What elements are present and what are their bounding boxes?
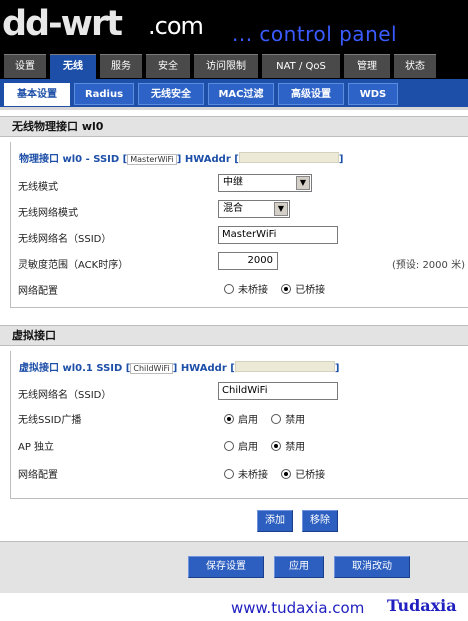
radio-ap-disable-label: 禁用 [285, 442, 306, 453]
radio-broadcast-enable-label: 启用 [238, 415, 258, 426]
virtual-network-config-radios: 未桥接 已桥接 [224, 466, 335, 481]
radio-broadcast-enable[interactable]: 启用 [224, 411, 258, 426]
legend-ssid: ChildWiFi [130, 363, 173, 374]
legend-end: ] [334, 363, 340, 374]
radio-virtual-unbridged-button[interactable] [224, 469, 234, 479]
network-mode-value: 混合 [223, 203, 243, 214]
legend-ssid: MasterWiFi [127, 154, 177, 165]
radio-bridged-button[interactable] [281, 284, 292, 294]
ddwrt-logo: dd-wrt [2, 4, 123, 44]
tab-access-restrictions[interactable]: 访问限制 [194, 54, 258, 78]
tab-wireless[interactable]: 无线 [50, 54, 96, 79]
tab-administration[interactable]: 管理 [344, 54, 390, 78]
subtab-basic-settings[interactable]: 基本设置 [4, 83, 70, 106]
radio-broadcast-disable-label: 禁用 [285, 415, 306, 426]
radio-unbridged-button[interactable] [224, 284, 234, 294]
subtab-wds[interactable]: WDS [348, 83, 398, 105]
sensitivity-hint: (预设: 2000 米) [392, 260, 465, 271]
legend-end: ] [338, 154, 344, 165]
subtab-mac-filter[interactable]: MAC过滤 [208, 83, 274, 105]
tab-setup[interactable]: 设置 [4, 54, 46, 78]
chevron-down-icon: ▼ [296, 176, 310, 190]
header-banner: dd-wrt .com ... control panel [0, 0, 468, 54]
tab-services[interactable]: 服务 [100, 54, 142, 78]
main-tabs: 设置 无线 服务 安全 访问限制 NAT / QoS 管理 状态 [0, 52, 468, 79]
watermark: www.tudaxia.com Tudaxia [0, 593, 468, 621]
wireless-mode-label: 无线模式 [18, 182, 58, 193]
radio-broadcast-enable-button[interactable] [224, 414, 234, 424]
tab-status[interactable]: 状态 [394, 54, 436, 78]
legend-prefix: 虚拟接口 wl0.1 SSID [ [19, 363, 131, 374]
physical-interface-legend: 物理接口 wl0 - SSID [MasterWiFi] HWAddr [] [19, 150, 343, 165]
physical-interface-title: 无线物理接口 wl0 [0, 116, 468, 137]
ssid-broadcast-radios: 启用 禁用 [224, 411, 315, 426]
subtab-advanced-settings[interactable]: 高级设置 [278, 83, 344, 105]
tab-security[interactable]: 安全 [146, 54, 190, 78]
radio-virtual-bridged[interactable]: 已桥接 [281, 466, 325, 481]
add-button[interactable]: 添加 [257, 510, 293, 532]
sensitivity-label: 灵敏度范围（ACK时序） [18, 260, 129, 271]
radio-broadcast-disable-button[interactable] [271, 414, 282, 424]
chevron-down-icon: ▼ [274, 202, 288, 216]
radio-ap-disable-button[interactable] [271, 441, 282, 451]
save-settings-button[interactable]: 保存设置 [188, 556, 264, 578]
virtual-ssid-input[interactable]: ChildWiFi [218, 382, 338, 400]
radio-bridged[interactable]: 已桥接 [281, 281, 325, 296]
radio-ap-enable-label: 启用 [238, 442, 258, 453]
radio-broadcast-disable[interactable]: 禁用 [271, 411, 305, 426]
radio-ap-enable[interactable]: 启用 [224, 438, 258, 453]
radio-virtual-unbridged[interactable]: 未桥接 [224, 466, 268, 481]
radio-bridged-label: 已桥接 [295, 285, 326, 296]
radio-virtual-unbridged-label: 未桥接 [238, 470, 268, 481]
tagline: ... control panel [232, 22, 398, 46]
ap-isolation-label: AP 独立 [18, 442, 55, 453]
radio-ap-enable-button[interactable] [224, 441, 234, 451]
wireless-mode-value: 中继 [223, 177, 243, 188]
radio-virtual-bridged-label: 已桥接 [295, 470, 326, 481]
radio-virtual-bridged-button[interactable] [281, 469, 292, 479]
legend-prefix: 物理接口 wl0 - SSID [ [19, 154, 128, 165]
subtab-wireless-security[interactable]: 无线安全 [138, 83, 204, 105]
virtual-ssid-label: 无线网络名（SSID） [18, 390, 112, 401]
watermark-url: www.tudaxia.com [231, 599, 365, 617]
ssid-input[interactable]: MasterWiFi [218, 226, 338, 244]
network-config-radios: 未桥接 已桥接 [224, 281, 335, 296]
legend-hwaddr-label: ] HWAddr [ [176, 154, 239, 165]
virtual-interface-title: 虚拟接口 [0, 325, 468, 346]
sub-tabs: 基本设置 Radius 无线安全 MAC过滤 高级设置 WDS [0, 79, 468, 110]
sensitivity-input[interactable]: 2000 [218, 252, 278, 270]
ssid-label: 无线网络名（SSID） [18, 234, 112, 245]
wireless-mode-select[interactable]: 中继 ▼ [218, 174, 312, 192]
ap-isolation-radios: 启用 禁用 [224, 438, 315, 453]
radio-ap-disable[interactable]: 禁用 [271, 438, 305, 453]
ssid-broadcast-label: 无线SSID广播 [18, 415, 82, 426]
virtual-network-config-label: 网络配置 [18, 470, 58, 481]
network-mode-label: 无线网络模式 [18, 208, 78, 219]
logo-suffix: .com [148, 12, 204, 40]
subtab-radius[interactable]: Radius [74, 83, 134, 105]
legend-hwaddr-label: ] HWAddr [ [172, 363, 235, 374]
apply-button[interactable]: 应用 [274, 556, 324, 578]
hwaddr-redacted [234, 361, 335, 372]
virtual-interface-legend: 虚拟接口 wl0.1 SSID [ChildWiFi] HWAddr [] [19, 359, 339, 374]
radio-unbridged-label: 未桥接 [238, 285, 268, 296]
hwaddr-redacted [238, 152, 339, 163]
watermark-brand: Tudaxia [387, 596, 457, 615]
radio-unbridged[interactable]: 未桥接 [224, 281, 268, 296]
network-mode-select[interactable]: 混合 ▼ [218, 200, 290, 218]
cancel-changes-button[interactable]: 取消改动 [334, 556, 410, 578]
remove-button[interactable]: 移除 [302, 510, 338, 532]
network-config-label: 网络配置 [18, 286, 58, 297]
tab-nat-qos[interactable]: NAT / QoS [262, 54, 340, 78]
